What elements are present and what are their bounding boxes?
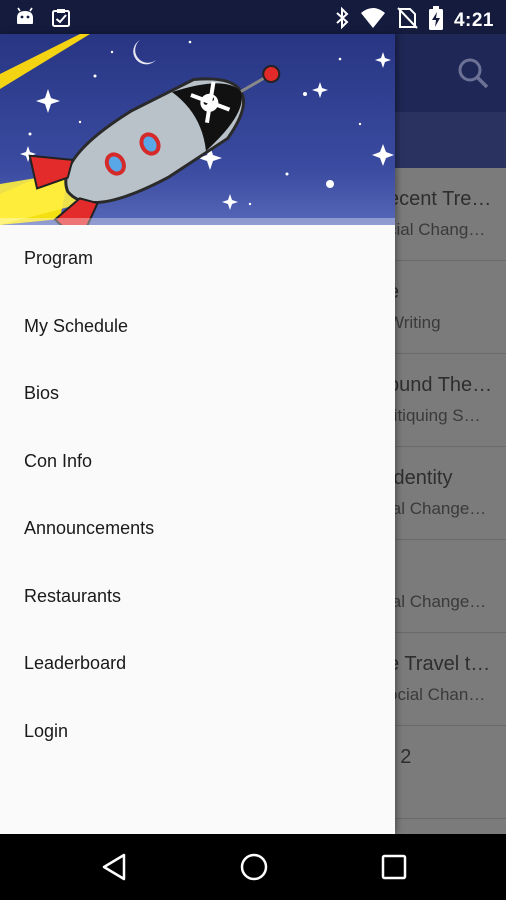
- menu-item-bios[interactable]: Bios: [0, 360, 395, 428]
- clipboard-check-icon: [50, 6, 72, 33]
- menu-item-restaurants[interactable]: Restaurants: [0, 563, 395, 631]
- bluetooth-icon: [334, 6, 350, 35]
- list-item-title: Identity: [388, 467, 453, 489]
- menu-item-label: Restaurants: [24, 585, 122, 606]
- menu-item-label: Bios: [24, 383, 60, 404]
- drawer-header: [0, 34, 395, 225]
- menu-item-program[interactable]: Program: [0, 225, 395, 293]
- system-nav-bar: [0, 834, 506, 900]
- battery-charging-icon: [428, 5, 444, 36]
- search-icon[interactable]: [456, 56, 490, 95]
- menu-item-con-info[interactable]: Con Info: [0, 428, 395, 496]
- wifi-icon: [360, 7, 386, 34]
- list-item-subtitle: ocial Chan…: [388, 685, 486, 704]
- no-sim-icon: [396, 6, 418, 35]
- home-icon[interactable]: [239, 852, 269, 887]
- menu-item-label: Announcements: [24, 518, 155, 539]
- drawer-menu: Program My Schedule Bios Con Info Announ…: [0, 225, 395, 765]
- menu-item-label: Program: [24, 248, 94, 269]
- list-item-subtitle: cial Chang…: [388, 220, 486, 239]
- menu-item-label: Login: [24, 720, 69, 741]
- list-item-title: e Travel t…: [388, 653, 491, 675]
- rocket-banner-image: [0, 34, 395, 225]
- status-bar: 4:21: [0, 0, 506, 34]
- menu-item-announcements[interactable]: Announcements: [0, 495, 395, 563]
- menu-item-label: Con Info: [24, 450, 93, 471]
- menu-item-label: Leaderboard: [24, 653, 127, 674]
- android-icon: [14, 6, 36, 33]
- list-item-subtitle: Writing: [388, 313, 441, 332]
- back-icon[interactable]: [100, 852, 128, 887]
- list-item-title: ecent Tre…: [388, 188, 492, 210]
- status-time: 4:21: [453, 9, 494, 31]
- menu-item-my-schedule[interactable]: My Schedule: [0, 293, 395, 361]
- menu-item-leaderboard[interactable]: Leaderboard: [0, 630, 395, 698]
- list-item-subtitle: ial Change…: [388, 592, 487, 611]
- menu-item-login[interactable]: Login: [0, 698, 395, 766]
- recents-icon[interactable]: [380, 852, 408, 887]
- list-item-subtitle: ritiquing S…: [388, 406, 481, 425]
- list-item-title: ound The…: [388, 374, 493, 396]
- navigation-drawer: Program My Schedule Bios Con Info Announ…: [0, 34, 395, 834]
- menu-item-label: My Schedule: [24, 315, 129, 336]
- list-item-subtitle: ial Change…: [388, 499, 487, 518]
